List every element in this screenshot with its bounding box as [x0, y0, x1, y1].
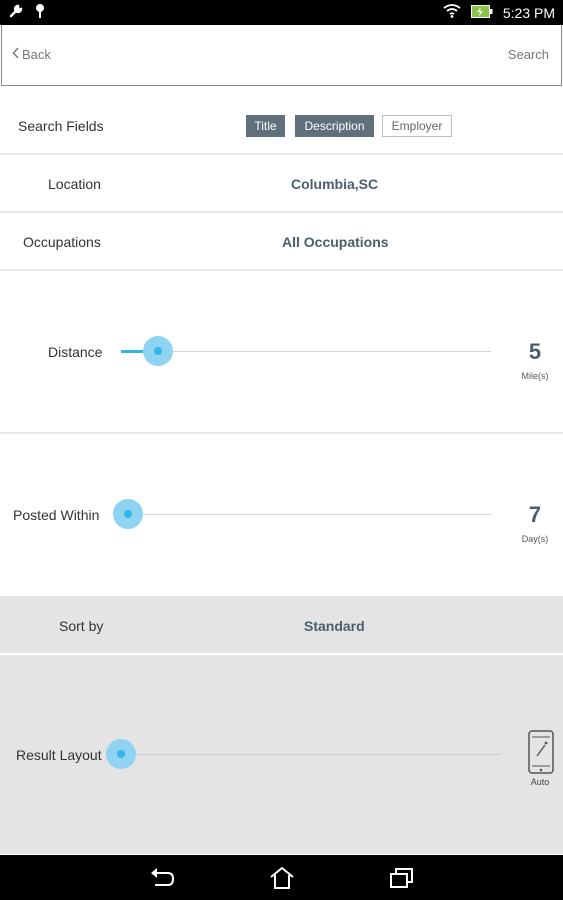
- back-nav-icon[interactable]: [147, 865, 177, 891]
- distance-value: 5: [528, 339, 542, 364]
- back-button[interactable]: Back: [12, 47, 51, 62]
- occupations-label: Occupations: [23, 234, 101, 250]
- posted-within-unit: Day(s): [521, 534, 549, 544]
- occupations-value: All Occupations: [282, 234, 389, 250]
- back-label: Back: [22, 47, 51, 62]
- result-layout-slider-thumb[interactable]: [106, 739, 136, 769]
- location-row[interactable]: Location Columbia,SC: [0, 155, 563, 213]
- navigation-bar: [0, 855, 563, 900]
- sort-by-value: Standard: [304, 618, 365, 634]
- recents-nav-icon[interactable]: [387, 865, 417, 891]
- distance-slider-track[interactable]: [121, 351, 491, 352]
- status-bar: 5:23 PM: [0, 0, 563, 25]
- chip-employer[interactable]: Employer: [382, 115, 452, 137]
- phone-wand-icon: [528, 730, 554, 779]
- status-time: 5:23 PM: [502, 4, 555, 21]
- occupations-row[interactable]: Occupations All Occupations: [0, 213, 563, 271]
- result-layout-label: Result Layout: [16, 747, 102, 763]
- sort-by-label: Sort by: [59, 618, 104, 634]
- distance-slider-thumb[interactable]: [143, 336, 173, 366]
- posted-within-row: Posted Within: [0, 434, 563, 596]
- result-layout-mode-label: Auto: [530, 777, 550, 787]
- wifi-icon: [443, 4, 461, 21]
- posted-within-slider-track[interactable]: [121, 514, 491, 515]
- chip-title[interactable]: Title: [246, 115, 285, 137]
- location-pin-icon: [34, 3, 46, 24]
- posted-within-value: 7: [528, 502, 542, 527]
- result-layout-mode-button[interactable]: Auto: [524, 730, 556, 790]
- result-layout-slider-track[interactable]: [121, 754, 501, 755]
- status-right: 5:23 PM: [443, 4, 555, 21]
- home-nav-icon[interactable]: [267, 865, 297, 891]
- wrench-icon: [8, 3, 24, 24]
- location-value: Columbia,SC: [291, 176, 379, 192]
- distance-label: Distance: [48, 344, 103, 360]
- battery-icon: [470, 4, 493, 21]
- chevron-left-icon: [12, 47, 20, 62]
- distance-unit: Mile(s): [521, 371, 549, 381]
- sort-by-row[interactable]: Sort by Standard: [0, 596, 563, 655]
- location-label: Location: [48, 176, 101, 192]
- display-options-section: Sort by Standard Result Layout Auto: [0, 596, 563, 854]
- status-left: [8, 3, 46, 24]
- search-fields-label: Search Fields: [18, 118, 104, 134]
- chip-description[interactable]: Description: [295, 115, 374, 137]
- header-bar: Back Search: [1, 25, 562, 86]
- distance-row: Distance: [0, 271, 563, 434]
- posted-within-slider-thumb[interactable]: [113, 499, 143, 529]
- search-button[interactable]: Search: [508, 47, 549, 62]
- posted-within-label: Posted Within: [13, 507, 100, 523]
